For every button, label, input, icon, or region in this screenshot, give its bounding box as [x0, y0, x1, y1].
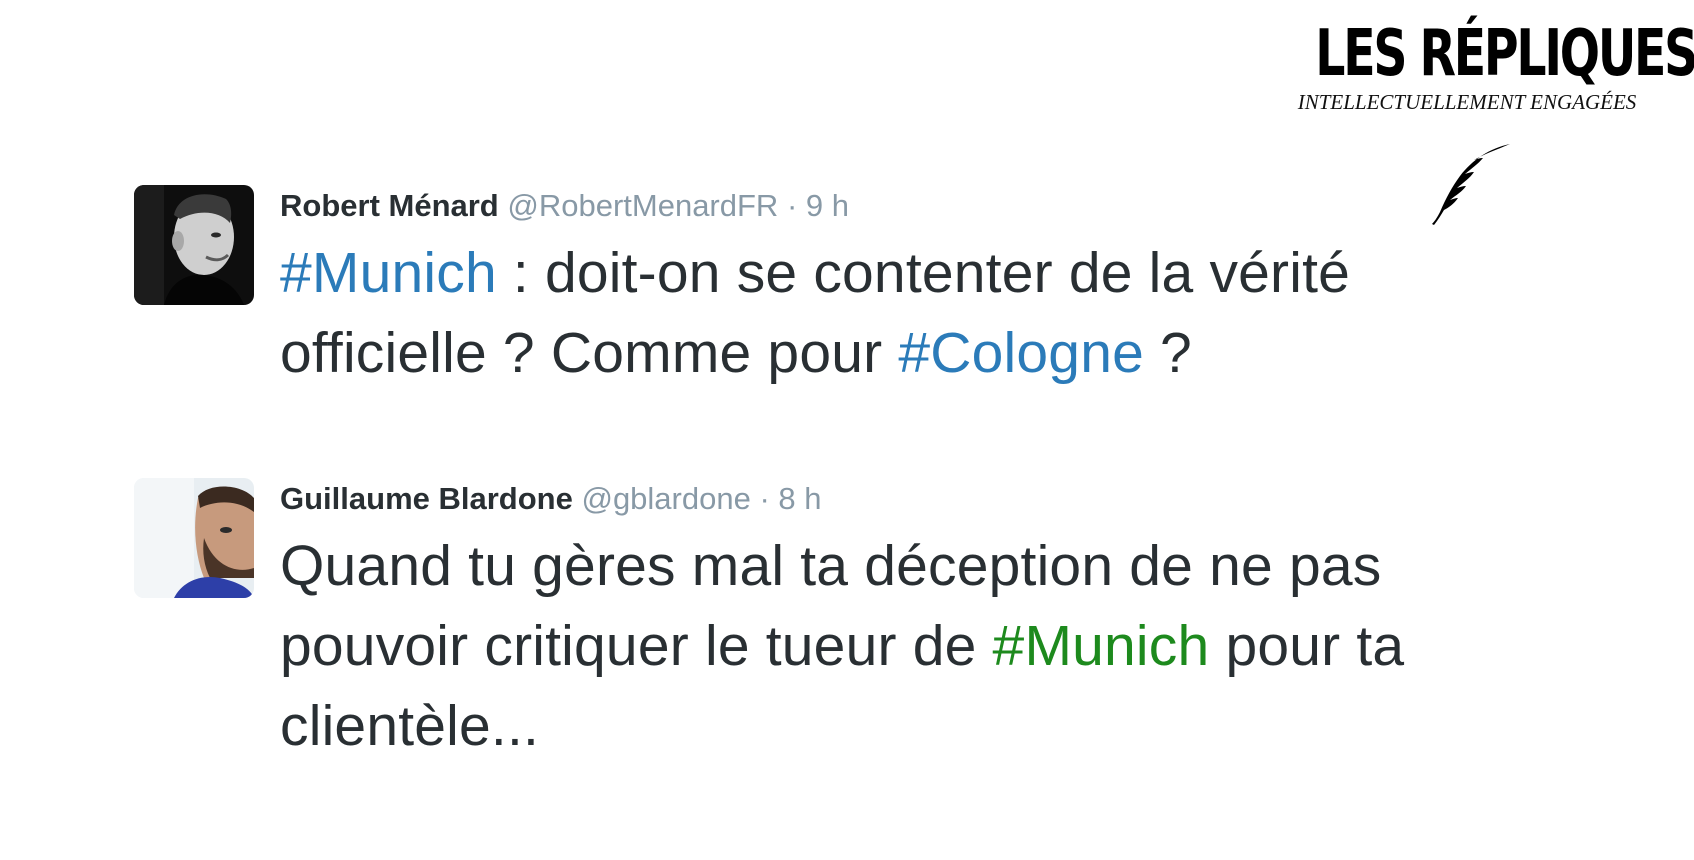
separator: ·	[786, 188, 798, 223]
avatar[interactable]	[134, 478, 254, 598]
brand-title: LES RÉPLIQUES	[1315, 17, 1694, 91]
brand-tagline: INTELLECTUELLEMENT ENGAGÉES	[1297, 90, 1637, 114]
tweet-text: #Munich : doit-on se contenter de la vér…	[280, 233, 1530, 393]
hashtag-link[interactable]: #Cologne	[898, 321, 1144, 385]
tweet-text: Quand tu gères mal ta déception de ne pa…	[280, 526, 1530, 766]
tweet-time[interactable]: 9 h	[806, 188, 849, 223]
tweet-header: Robert Ménard @RobertMenardFR · 9 h	[280, 187, 849, 225]
separator: ·	[759, 481, 770, 516]
tweet-time[interactable]: 8 h	[778, 481, 821, 516]
hashtag-link[interactable]: #Munich	[993, 614, 1210, 678]
feather-icon	[1432, 144, 1510, 225]
author-name[interactable]: Guillaume Blardone	[280, 481, 573, 516]
avatar[interactable]	[134, 185, 254, 305]
hashtag-link[interactable]: #Munich	[280, 241, 497, 305]
author-name[interactable]: Robert Ménard	[280, 188, 499, 223]
author-handle[interactable]: @gblardone	[581, 481, 750, 516]
brand-logo: LES RÉPLIQUES INTELLECTUELLEMENT ENGAGÉE…	[1262, 17, 1694, 114]
author-handle[interactable]: @RobertMenardFR	[507, 188, 778, 223]
avatar-photo	[134, 185, 254, 305]
avatar-photo	[134, 478, 254, 598]
tweet-header: Guillaume Blardone @gblardone · 8 h	[280, 480, 822, 518]
tweet-text-segment: ?	[1144, 321, 1192, 385]
